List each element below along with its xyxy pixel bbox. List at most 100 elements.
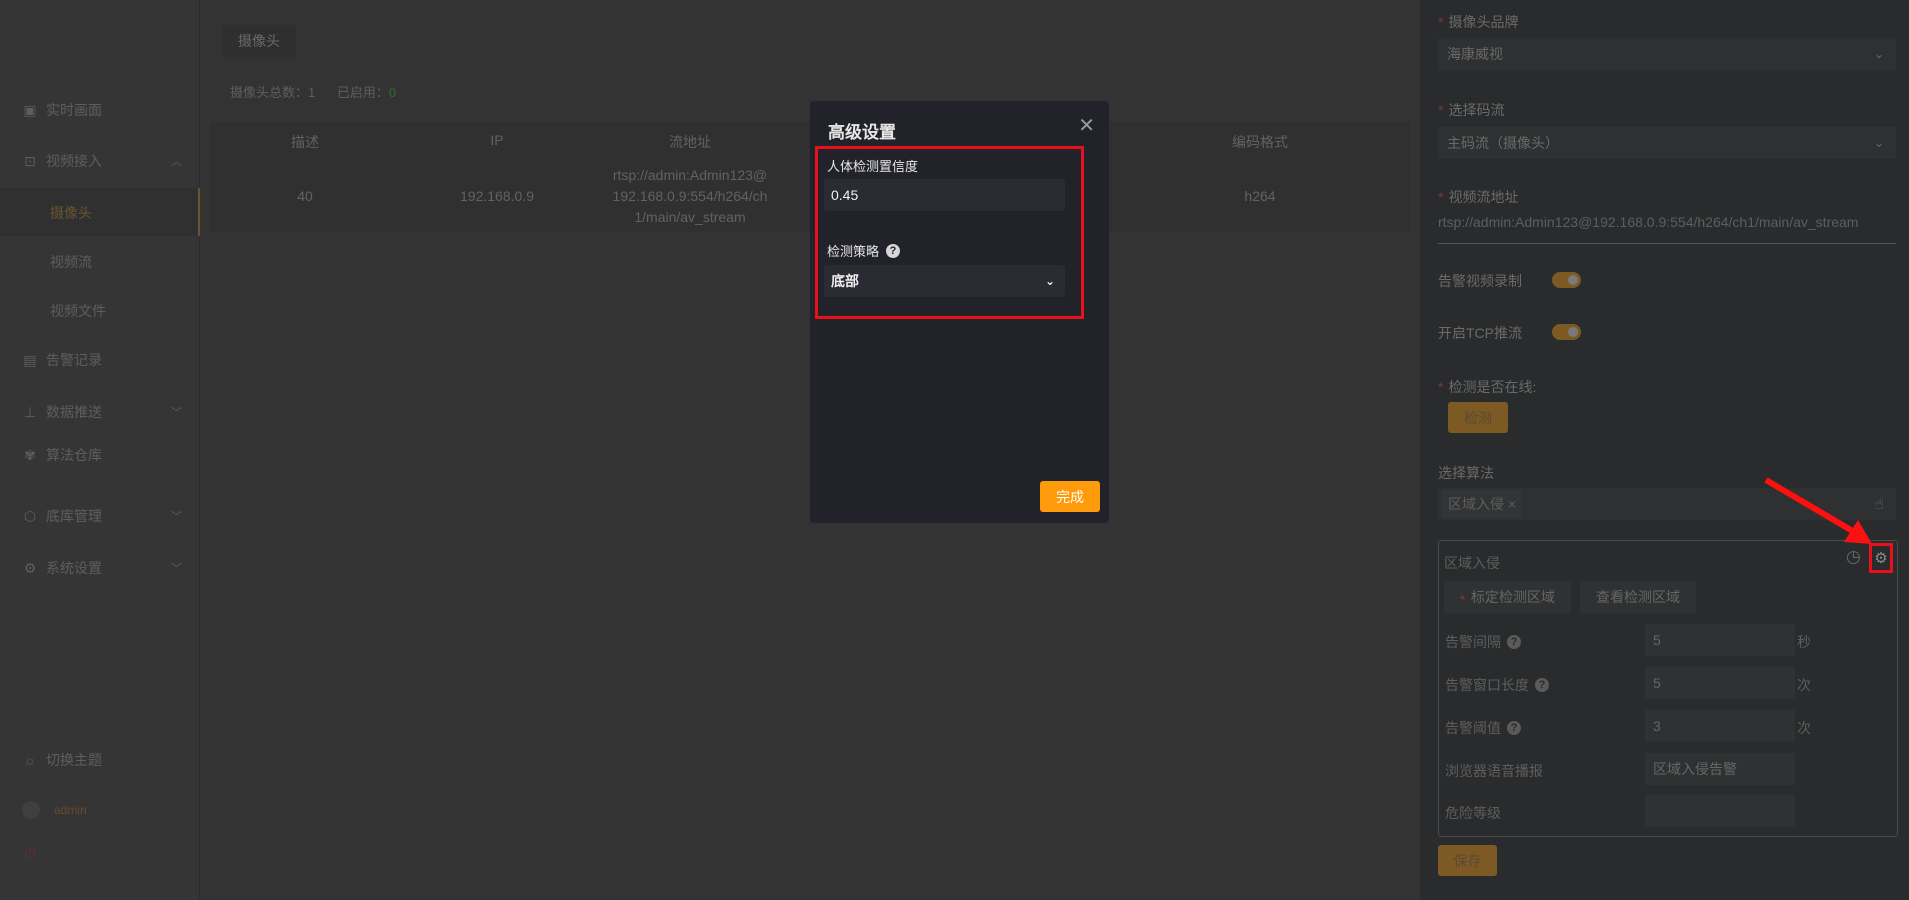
save-button[interactable]: 保存	[1438, 845, 1497, 876]
sidebar-item-label: 系统设置	[46, 560, 102, 576]
threshold-input[interactable]: 3	[1645, 710, 1795, 742]
clock-icon[interactable]: ◷	[1846, 547, 1861, 567]
column-header-codec: 编码格式	[1232, 134, 1288, 150]
theme-toggle[interactable]: ☼ 切换主题	[22, 745, 182, 775]
enabled-count: 0	[388, 85, 397, 100]
record-toggle[interactable]	[1552, 272, 1581, 288]
column-header-desc: 描述	[291, 134, 319, 150]
window-input[interactable]: 5	[1645, 667, 1795, 699]
stream-type-select[interactable]: 主码流（摄像头） ⌄	[1438, 127, 1896, 159]
sidebar-item-label: 数据推送	[46, 404, 102, 420]
cell-stream: rtsp://admin:Admin123@ 192.168.0.9:554/h2…	[605, 165, 775, 228]
online-label: * 检测是否在线:	[1438, 379, 1537, 395]
button-label: 查看检测区域	[1596, 589, 1680, 605]
chevron-down-icon: ⌄	[1873, 136, 1884, 150]
stream-line: 1/main/av_stream	[634, 209, 746, 225]
help-icon[interactable]: ?	[1535, 678, 1549, 692]
help-icon[interactable]: ?	[886, 243, 901, 258]
help-icon[interactable]: ?	[1507, 721, 1521, 735]
window-label: 告警窗口长度?	[1445, 675, 1549, 695]
sidebar-subitem-stream[interactable]: 视频流	[50, 252, 92, 272]
monitor-chart-icon: ▣	[23, 101, 37, 118]
username: admin	[54, 803, 87, 817]
total-label: 摄像头总数：	[230, 85, 309, 100]
close-icon[interactable]: ✕	[1078, 113, 1095, 138]
danger-input[interactable]	[1645, 795, 1795, 827]
gear-icon: ⚙	[23, 559, 37, 576]
camera-edit-panel: * 摄像头品牌 海康威视 ⌄ * 选择码流 主码流（摄像头） ⌄ * 视频流地址 rtsp…	[1420, 0, 1909, 900]
algorithm-icon: ✾	[24, 446, 36, 463]
label-text: 告警阈值	[1445, 720, 1501, 736]
record-label: 告警视频录制	[1438, 273, 1522, 289]
sidebar: ▣ 实时画面 ⊡ 视频接入 ︿ 摄像头 视频流 视频文件 ▤ 告警记录 ⊥ 数据推送 ﹀ ✾…	[0, 0, 200, 900]
brand-select[interactable]: 海康威视 ⌄	[1438, 38, 1896, 70]
dialog-title: 高级设置	[828, 123, 896, 142]
cell-desc: 40	[297, 188, 313, 204]
tag-text: 区域入侵	[1448, 496, 1504, 512]
box-icon: ⬡	[23, 507, 37, 524]
sidebar-item-video-input[interactable]: ⊡ 视频接入 ︿	[22, 146, 182, 176]
chevron-down-icon: ⌄	[1873, 47, 1884, 61]
pointer-hand-icon: ☝	[1874, 496, 1884, 513]
cell-ip: 192.168.0.9	[460, 188, 534, 204]
avatar-icon	[22, 801, 40, 819]
sidebar-item-settings[interactable]: ⚙ 系统设置 ﹀	[22, 553, 182, 583]
tag-close-icon[interactable]: ×	[1508, 496, 1516, 512]
confidence-input[interactable]: 0.45	[824, 179, 1065, 211]
gear-icon[interactable]: ⚙	[1869, 543, 1893, 573]
chevron-down-icon: ⌄	[1044, 274, 1055, 288]
mark-area-button[interactable]: • 标定检测区域	[1444, 581, 1571, 613]
sidebar-item-library[interactable]: ⬡ 底库管理 ﹀	[22, 501, 182, 531]
interval-unit: 秒	[1797, 634, 1811, 650]
column-header-ip: IP	[490, 132, 504, 148]
stream-type-value: 主码流（摄像头）	[1447, 135, 1559, 151]
view-area-button[interactable]: 查看检测区域	[1580, 581, 1696, 613]
stream-line: 192.168.0.9:554/h264/ch	[612, 188, 768, 204]
label-text: 检测策略	[827, 244, 880, 259]
label-text: 选择码流	[1448, 102, 1505, 118]
tcp-label: 开启TCP推流	[1438, 325, 1522, 341]
sun-icon: ☼	[23, 752, 37, 768]
push-icon: ⊥	[23, 403, 37, 420]
tcp-toggle[interactable]	[1552, 324, 1581, 340]
sidebar-item-label: 告警记录	[46, 352, 102, 368]
threshold-label: 告警阈值?	[1445, 718, 1521, 738]
sidebar-subitem-camera[interactable]: 摄像头	[50, 203, 92, 223]
sidebar-item-label: 底库管理	[46, 508, 102, 524]
cell-codec: h264	[1244, 188, 1276, 204]
sidebar-item-alarms[interactable]: ▤ 告警记录	[22, 345, 182, 375]
logout-button[interactable]: ⏻	[22, 838, 182, 868]
chevron-up-icon: ︿	[171, 156, 182, 168]
window-unit: 次	[1797, 677, 1811, 693]
total-count: 1	[308, 85, 316, 100]
video-input-icon: ⊡	[24, 152, 36, 169]
interval-label: 告警间隔?	[1445, 632, 1521, 652]
sidebar-item-live[interactable]: ▣ 实时画面	[22, 95, 182, 125]
label-text: 告警窗口长度	[1445, 677, 1529, 693]
algorithm-card: 区域入侵 ◷ ⚙ • 标定检测区域 查看检测区域 告警间隔? 5 秒 告警窗口长度…	[1438, 540, 1898, 837]
url-input[interactable]: rtsp://admin:Admin123@192.168.0.9:554/h2…	[1438, 214, 1896, 244]
sidebar-subitem-file[interactable]: 视频文件	[50, 301, 106, 321]
interval-input[interactable]: 5	[1645, 624, 1795, 656]
card-title: 区域入侵	[1444, 555, 1500, 571]
strategy-value: 底部	[831, 273, 859, 289]
user-menu[interactable]: admin	[22, 795, 182, 825]
danger-label: 危险等级	[1445, 805, 1501, 821]
speech-input[interactable]: 区域入侵告警	[1645, 753, 1795, 785]
tab-camera[interactable]: 摄像头	[222, 25, 296, 57]
done-button[interactable]: 完成	[1040, 481, 1100, 512]
brand-value: 海康威视	[1447, 46, 1503, 62]
chevron-down-icon: ﹀	[171, 511, 182, 523]
strategy-label: 检测策略?	[827, 241, 901, 260]
sidebar-item-label: 视频接入	[46, 153, 102, 169]
brand-label: * 摄像头品牌	[1438, 14, 1519, 30]
sidebar-item-algorithms[interactable]: ✾ 算法仓库	[22, 440, 182, 470]
label-text: 视频流地址	[1448, 189, 1519, 205]
algorithm-select[interactable]: 区域入侵 × ☝	[1438, 488, 1896, 520]
help-icon[interactable]: ?	[1507, 635, 1521, 649]
advanced-settings-dialog: 高级设置 ✕ 人体检测置信度 0.45 检测策略? 底部 ⌄ 完成	[810, 101, 1109, 523]
label-text: 检测是否在线:	[1448, 379, 1537, 395]
check-button[interactable]: 检测	[1448, 402, 1508, 433]
sidebar-item-push[interactable]: ⊥ 数据推送 ﹀	[22, 397, 182, 427]
strategy-select[interactable]: 底部 ⌄	[824, 265, 1065, 297]
